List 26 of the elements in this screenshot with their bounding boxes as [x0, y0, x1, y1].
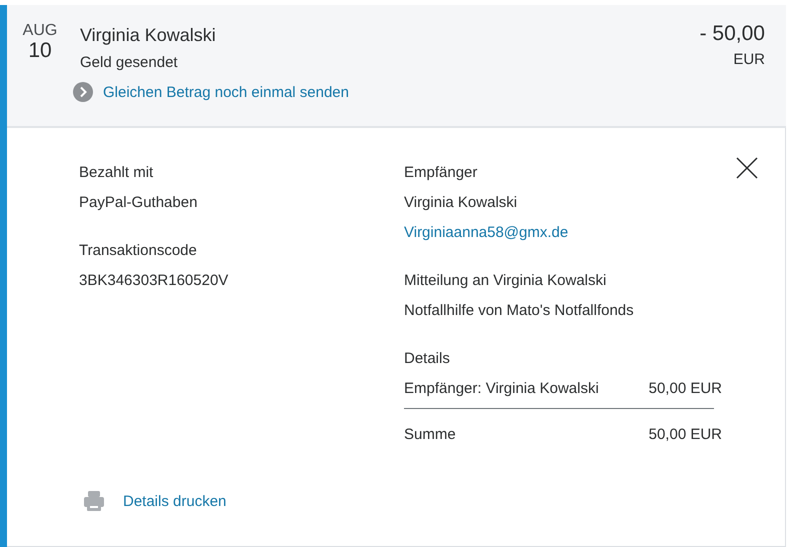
detail-label: Empfänger — [404, 164, 478, 182]
repeat-payment-link[interactable]: Gleichen Betrag noch einmal senden — [103, 84, 349, 100]
line-item-label: Empfänger: Virginia Kowalski — [404, 380, 599, 397]
date-month: AUG — [22, 22, 58, 40]
printer-icon — [83, 490, 105, 512]
print-details-link[interactable]: Details drucken — [123, 492, 226, 510]
chevron-icon — [73, 82, 93, 102]
currency: EUR — [733, 50, 765, 70]
message-text: Notfallhilfe von Mato's Notfallfonds — [404, 302, 635, 320]
transaction-header[interactable]: AUG 10 Virginia Kowalski Geld gesendet Gleichen Betrag noch einmal senden - 50,00 EUR — [7, 5, 786, 128]
line-item-value: 50,00 EUR — [648, 380, 722, 397]
total-label: Summe — [404, 426, 456, 443]
detail-label: Bezahlt mit — [79, 164, 154, 182]
close-button[interactable] — [735, 156, 759, 180]
detail-label: Transaktionscode — [79, 242, 198, 260]
transaction-status: Geld gesendet — [80, 53, 179, 73]
detail-label: Details — [404, 350, 451, 368]
total-value: 50,00 EUR — [648, 426, 722, 443]
detail-value: 3BK346303R160520V — [79, 272, 230, 290]
email-link[interactable]: Virginiaanna58@gmx.de — [404, 224, 568, 241]
detail-value: PayPal-Guthaben — [79, 194, 198, 212]
recipient-name: Virginia Kowalski — [80, 24, 217, 47]
detail-value: Virginia Kowalski — [404, 194, 518, 212]
amount: - 50,00 — [700, 22, 765, 46]
detail-label: Mitteilung an Virginia Kowalski — [404, 272, 608, 290]
date-day: 10 — [28, 40, 52, 62]
